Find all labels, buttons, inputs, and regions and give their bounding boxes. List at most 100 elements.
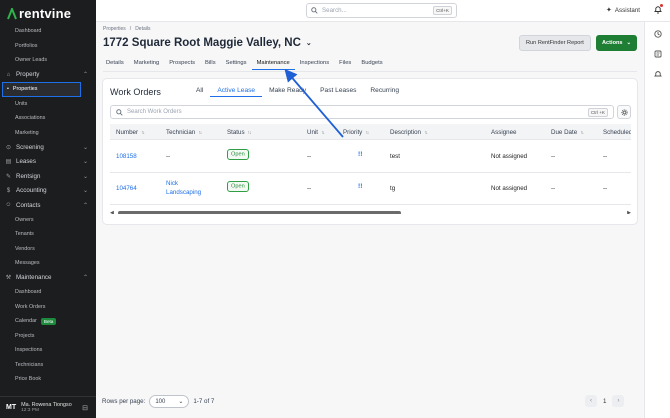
sort-icon[interactable]: ↑↓ <box>141 130 145 136</box>
table-row[interactable]: 104764 Nick Landscaping --!! tg Not assigned -… <box>110 173 631 205</box>
tab-maintenance[interactable]: Maintenance <box>251 60 295 70</box>
user-menu-icon[interactable]: ⊟ <box>82 404 88 412</box>
chevron-icon: ⌃ <box>82 275 88 282</box>
sidebar-item-vendors[interactable]: Vendors <box>0 242 96 257</box>
tab-settings[interactable]: Settings <box>221 60 252 70</box>
column-header-label: Priority <box>343 129 363 136</box>
scroll-left-icon[interactable]: ◀ <box>110 210 114 214</box>
filter-past-leases[interactable]: Past Leases <box>313 87 363 97</box>
sidebar-item-owners[interactable]: Owners <box>0 213 96 228</box>
tab-prospects[interactable]: Prospects <box>164 60 200 70</box>
work-order-number[interactable]: 104764 <box>116 185 137 192</box>
notes-icon[interactable] <box>654 50 662 58</box>
next-page-button[interactable]: › <box>612 395 625 407</box>
actions-button[interactable]: Actions ⌄ <box>596 35 638 51</box>
sidebar-item-inspections[interactable]: Inspections <box>0 343 96 358</box>
tab-files[interactable]: Files <box>334 60 356 70</box>
column-header-unit[interactable]: Unit ↑↓ <box>307 129 325 136</box>
tabs-divider <box>103 71 637 72</box>
work-orders-search-input[interactable]: Search Work Orders <box>127 109 584 115</box>
sidebar-item-dashboard[interactable]: Dashboard <box>0 24 96 39</box>
page-title[interactable]: 1772 Square Root Maggie Valley, NC ⌄ <box>103 37 312 49</box>
tab-bills[interactable]: Bills <box>200 60 221 70</box>
sidebar-item-portfolios[interactable]: Portfolios <box>0 39 96 54</box>
sidebar-item-marketing[interactable]: Marketing <box>0 126 96 141</box>
sidebar-section-label: Contacts <box>16 201 41 209</box>
sidebar-section-screening[interactable]: ⊙ Screening ⌄ <box>0 140 96 155</box>
global-search-input[interactable]: Search... <box>322 7 429 14</box>
filter-make-ready[interactable]: Make Ready <box>262 87 313 97</box>
column-header-description[interactable]: Description ↑↓ <box>390 129 428 136</box>
filter-active-lease[interactable]: Active Lease <box>210 87 263 97</box>
sidebar-item-properties[interactable]: • Properties <box>2 82 81 97</box>
scroll-right-icon[interactable]: ▶ <box>627 210 631 214</box>
alerts-icon[interactable] <box>654 70 662 78</box>
table-header: Number ↑↓ Technician ↑↓ Status ↑↓ Unit ↑↓ Priori… <box>110 124 631 140</box>
sidebar-item-tenants[interactable]: Tenants <box>0 227 96 242</box>
previous-page-button[interactable]: ‹ <box>585 395 597 407</box>
table-row[interactable]: 108158 -- --!! test Not assigned -- -- Open <box>110 141 631 173</box>
history-icon[interactable] <box>654 30 662 38</box>
column-header-priority[interactable]: Priority ↑↓ <box>343 129 369 136</box>
sidebar-section-rentsign[interactable]: ✎ Rentsign ⌄ <box>0 169 96 184</box>
user-profile[interactable]: MT Ma. Rowena Tiongso 12:3 PM ⊟ <box>0 396 96 418</box>
sort-icon[interactable]: ↑↓ <box>321 130 325 136</box>
column-header-label: Unit <box>307 129 319 136</box>
sidebar-item-projects[interactable]: Projects <box>0 329 96 344</box>
breadcrumb-properties[interactable]: Properties <box>103 26 126 32</box>
rows-per-page-value: 100 <box>155 398 166 405</box>
sort-icon[interactable]: ↑↓ <box>198 130 202 136</box>
sidebar-section-property[interactable]: ⌂ Property ⌃ <box>0 68 96 83</box>
assistant-button[interactable]: ✦ Assistant <box>606 6 640 15</box>
current-page[interactable]: 1 <box>603 398 606 405</box>
user-time: 12:3 PM <box>21 408 39 413</box>
column-header-due-date[interactable]: Due Date ↑↓ <box>551 129 584 136</box>
rows-per-page-select[interactable]: 100 ⌄ <box>149 395 190 408</box>
filter-recurring[interactable]: Recurring <box>363 87 406 97</box>
sidebar-section-accounting[interactable]: $ Accounting ⌄ <box>0 184 96 199</box>
sidebar-item-calendar[interactable]: Calendar Beta <box>0 314 96 329</box>
sidebar-item-owner-leads[interactable]: Owner Leads <box>0 53 96 68</box>
tab-budgets[interactable]: Budgets <box>356 60 387 70</box>
rentvine-logo[interactable]: rentvine <box>7 6 71 21</box>
global-search[interactable]: Search... Ctrl+K <box>306 3 457 18</box>
sidebar-section-maintenance[interactable]: ⚒ Maintenance ⌃ <box>0 271 96 286</box>
filter-all[interactable]: All <box>189 87 210 97</box>
column-header-status[interactable]: Status ↑↓ <box>227 129 252 136</box>
sort-icon[interactable]: ↑↓ <box>580 130 584 136</box>
table-settings-button[interactable] <box>617 105 631 119</box>
sidebar-item-messages[interactable]: Messages <box>0 256 96 271</box>
chevron-down-icon[interactable]: ⌄ <box>306 39 312 47</box>
work-order-number[interactable]: 108158 <box>116 153 137 160</box>
sidebar-item-dashboard[interactable]: Dashboard <box>0 285 96 300</box>
horizontal-scrollbar[interactable]: ◀ ▶ <box>110 210 631 214</box>
sidebar-item-label: Owners <box>15 216 34 223</box>
tab-marketing[interactable]: Marketing <box>129 60 164 70</box>
scrollbar-thumb[interactable] <box>118 211 401 214</box>
run-rentfinder-report-button[interactable]: Run RentFinder Report <box>519 35 591 51</box>
sort-icon[interactable]: ↑↓ <box>365 130 369 136</box>
sidebar-item-price-book[interactable]: Price Book <box>0 372 96 387</box>
accounting-icon: $ <box>6 187 11 194</box>
tab-inspections[interactable]: Inspections <box>295 60 334 70</box>
sidebar-item-units[interactable]: Units <box>0 97 96 112</box>
sidebar-item-associations[interactable]: Associations <box>0 111 96 126</box>
sidebar: rentvine Dashboard Portfolios Owner Leads ⌂… <box>0 0 96 418</box>
column-header-technician[interactable]: Technician ↑↓ <box>166 129 202 136</box>
sort-icon[interactable]: ↑↓ <box>248 130 252 136</box>
wrench-icon: ⚒ <box>5 275 12 282</box>
technician-cell[interactable]: Nick <box>166 180 178 187</box>
sidebar-section-contacts[interactable]: ☺ Contacts ⌃ <box>0 198 96 213</box>
tab-details[interactable]: Details <box>103 60 129 70</box>
column-header-number[interactable]: Number ↑↓ <box>116 129 145 136</box>
technician-cell-line2[interactable]: Landscaping <box>166 189 201 196</box>
sidebar-item-work-orders[interactable]: Work Orders <box>0 300 96 315</box>
chevron-icon: ⌄ <box>82 159 88 166</box>
sidebar-item-technicians[interactable]: Technicians <box>0 358 96 373</box>
scheduled-cell: -- <box>603 153 608 160</box>
notifications-button[interactable] <box>654 4 663 16</box>
sidebar-section-leases[interactable]: ▤ Leases ⌄ <box>0 155 96 170</box>
work-orders-search[interactable]: Search Work Orders Ctrl +K <box>110 105 614 119</box>
due-date-cell: -- <box>551 153 556 160</box>
sort-icon[interactable]: ↑↓ <box>424 130 428 136</box>
